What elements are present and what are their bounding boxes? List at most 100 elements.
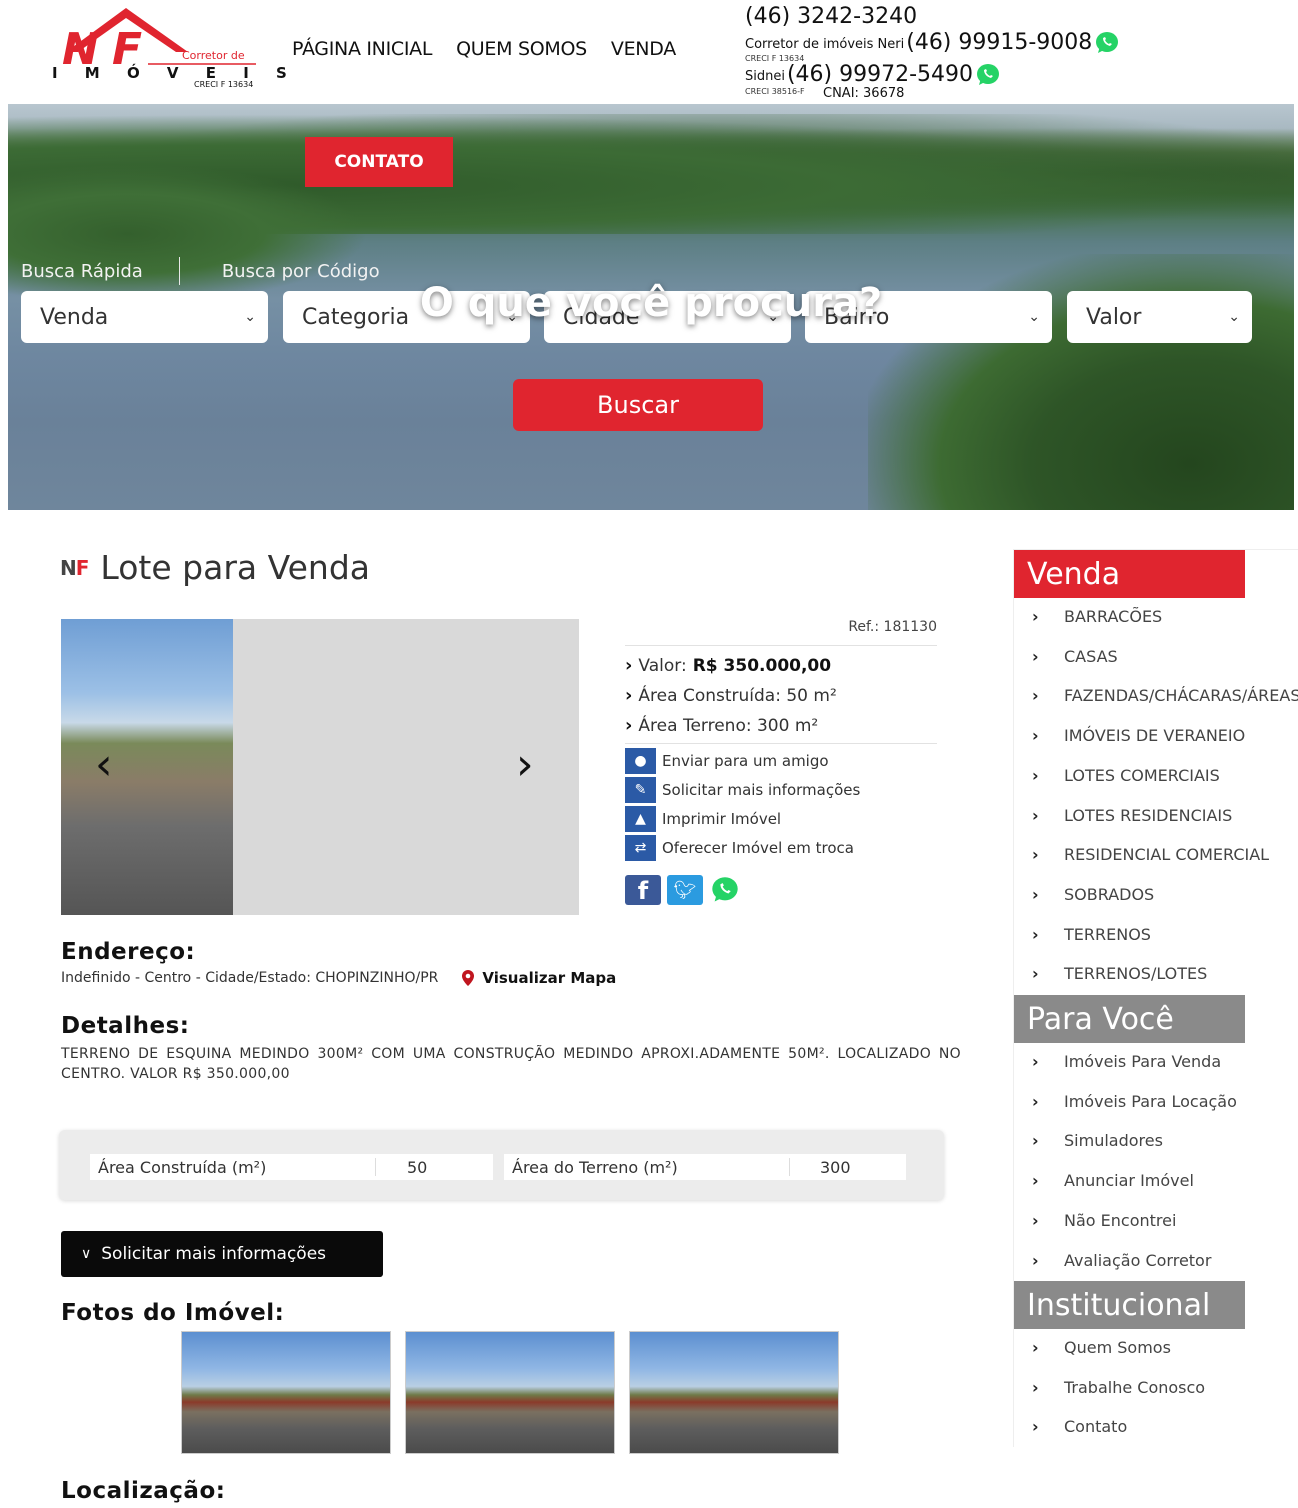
chevron-right-icon: › [1032,964,1039,984]
endereco-heading: Endereço: [61,939,196,965]
sidebar-item[interactable]: › Anunciar Imóvel [1032,1171,1194,1190]
sidebar-item-label: LOTES COMERCIAIS [1064,765,1220,785]
contato-button[interactable]: CONTATO [305,137,453,187]
sidebar-item[interactable]: › IMÓVEIS DE VERANEIO [1032,726,1245,745]
sidebar-item[interactable]: › RESIDENCIAL COMERCIAL [1032,845,1269,864]
address: Indefinido - Centro - Cidade/Estado: CHO… [61,969,616,987]
sidebar-item[interactable]: › Quem Somos [1032,1338,1171,1357]
area-construida-label: Área Construída (m²) [98,1157,267,1177]
action-oferecer-troca[interactable]: ⇄ Oferecer Imóvel em troca [625,835,854,861]
site-logo[interactable]: N F Corretor de I M Ó V E I S CRECI F 13… [48,4,287,94]
sidebar-item-label: Simuladores [1064,1131,1163,1151]
chevron-right-icon: › [1032,884,1039,904]
sidebar-item[interactable]: › Trabalhe Conosco [1032,1378,1205,1397]
whatsapp-icon[interactable] [1094,31,1120,55]
fotos-heading: Fotos do Imóvel: [61,1300,285,1326]
tab-busca-rapida[interactable]: Busca Rápida [21,261,143,282]
neri-phone[interactable]: (46) 99915-9008 [906,30,1092,55]
whatsapp-icon[interactable] [975,63,1001,87]
whatsapp-icon[interactable] [709,875,741,905]
sidebar-item[interactable]: › Avaliação Corretor [1032,1251,1211,1270]
sidebar-item-label: Anunciar Imóvel [1064,1171,1194,1191]
action-label: Oferecer Imóvel em troca [662,839,854,857]
action-solicitar-info[interactable]: ✎ Solicitar mais informações [625,777,860,803]
sidebar-item-label: FAZENDAS/CHÁCARAS/ÁREAS [1064,686,1298,706]
chevron-down-icon: ∨ [81,1246,92,1262]
sidebar-item-label: Não Encontrei [1064,1210,1177,1230]
sidebar-item[interactable]: › SOBRADOS [1032,885,1154,904]
sidebar-item-label: IMÓVEIS DE VERANEIO [1064,726,1246,746]
info-area-terreno: › Área Terreno: 300 m² [625,715,818,736]
map-pin-icon [462,970,475,986]
photo-thumbnail[interactable] [405,1331,615,1454]
chevron-right-icon: › [1032,1250,1039,1270]
action-label: Enviar para um amigo [662,752,829,770]
user-icon: ● [625,748,656,774]
sidebar-item[interactable]: › CASAS [1032,647,1118,666]
chevron-right-icon: › [1032,646,1039,666]
sidebar-item-label: Imóveis Para Locação [1064,1091,1237,1111]
sidnei-phone[interactable]: (46) 99972-5490 [787,62,973,87]
drop-icon: ▲ [625,806,656,832]
chevron-left-icon[interactable]: ‹ [95,739,113,790]
view-map-label: Visualizar Mapa [482,969,617,987]
solicitar-info-button[interactable]: ∨ Solicitar mais informações [61,1231,383,1277]
area-construida-text: Área Construída: 50 m² [638,685,837,706]
chevron-right-icon[interactable]: › [516,739,534,790]
sidebar-item-label: LOTES RESIDENCIAIS [1064,805,1233,825]
search-button[interactable]: Buscar [513,379,763,431]
detalhes-text: TERRENO DE ESQUINA MEDINDO 300M² COM UMA… [61,1046,961,1082]
action-imprimir[interactable]: ▲ Imprimir Imóvel [625,806,781,832]
localizacao-heading: Localização: [61,1478,226,1504]
sidebar-item-label: BARRACÕES [1064,607,1163,626]
sidebar: Venda › BARRACÕES › CASAS › FAZENDAS/CHÁCARAS… [1013,549,1298,1447]
sidebar-item[interactable]: › Imóveis Para Locação [1032,1092,1237,1111]
gallery-photo [61,619,233,915]
page-title: NF Lote para Venda [60,548,370,587]
chevron-right-icon: › [1032,1338,1039,1357]
chevron-right-icon: › [1032,805,1039,825]
solicitar-label: Solicitar mais informações [101,1244,327,1264]
photo-thumbnail[interactable] [629,1331,839,1454]
chevron-right-icon: › [625,655,633,676]
sidebar-item[interactable]: › Simuladores [1032,1131,1163,1150]
sidebar-item[interactable]: › TERRENOS/LOTES [1032,964,1207,983]
view-map-link[interactable]: Visualizar Mapa [460,969,616,987]
sidebar-item-label: Contato [1064,1417,1128,1437]
neri-label: Corretor de imóveis Neri [745,37,905,52]
twitter-icon[interactable]: 🐦︎ [667,875,703,905]
main-phone[interactable]: (46) 3242-3240 [745,4,917,29]
nav-venda[interactable]: VENDA [611,38,676,60]
nav-pagina-inicial[interactable]: PÁGINA INICIAL [292,38,432,60]
area-terreno-label: Área do Terreno (m²) [512,1157,678,1177]
photo-gallery[interactable]: ‹ › [61,619,579,915]
sidebar-item[interactable]: › FAZENDAS/CHÁCARAS/ÁREAS [1032,686,1298,705]
sidebar-item[interactable]: › LOTES RESIDENCIAIS [1032,806,1232,825]
divider [625,645,937,646]
sidnei-label: Sidnei [745,69,785,84]
property-title: Lote para Venda [100,548,370,587]
sidebar-item[interactable]: › TERRENOS [1032,925,1151,944]
action-enviar-amigo[interactable]: ● Enviar para um amigo [625,748,829,774]
info-valor: › Valor: R$ 350.000,00 [625,655,831,676]
action-label: Solicitar mais informações [662,781,861,799]
sidebar-item[interactable]: › BARRACÕES [1032,607,1162,626]
sidebar-item[interactable]: › Não Encontrei [1032,1211,1176,1230]
photo-thumbnails [181,1331,839,1454]
sidebar-item[interactable]: › Imóveis Para Venda [1032,1052,1221,1071]
area-construida-cell: Área Construída (m²) 50 [90,1154,493,1180]
area-terreno-cell: Área do Terreno (m²) 300 [504,1154,906,1180]
photo-thumbnail[interactable] [181,1331,391,1454]
sidebar-item[interactable]: › Contato [1032,1417,1127,1436]
valor-label: Valor: [638,655,687,676]
sidebar-item-label: TERRENOS/LOTES [1064,964,1208,984]
sidebar-item[interactable]: › LOTES COMERCIAIS [1032,766,1220,785]
nav-quem-somos[interactable]: QUEM SOMOS [456,38,587,60]
nf-mini-logo-icon: NF [60,555,89,580]
chevron-right-icon: › [625,715,633,736]
facebook-icon[interactable]: f [625,875,661,905]
chevron-right-icon: › [1032,924,1039,944]
action-label: Imprimir Imóvel [662,810,782,828]
divider [625,743,937,744]
tab-busca-codigo[interactable]: Busca por Código [222,261,380,282]
